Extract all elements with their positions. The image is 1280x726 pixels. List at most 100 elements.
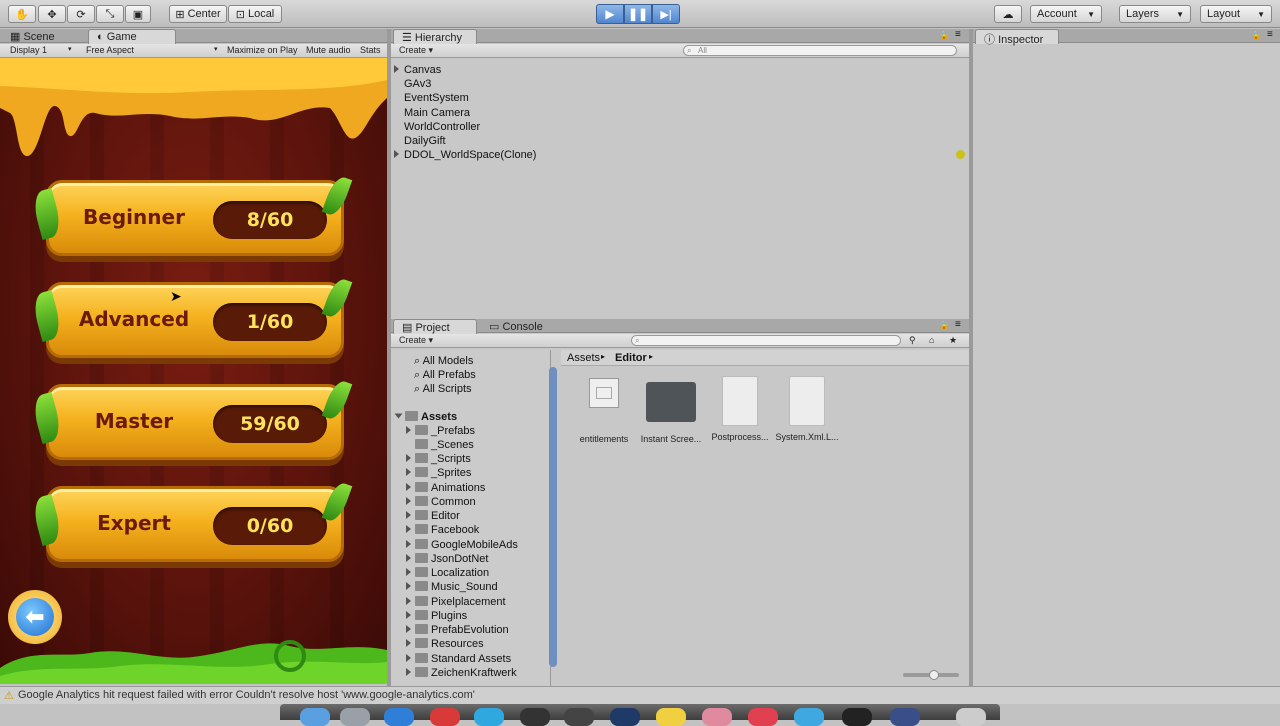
- tree-assets-root[interactable]: Assets: [394, 411, 457, 423]
- breadcrumb-assets[interactable]: Assets: [567, 352, 600, 364]
- asset-file[interactable]: entitlements: [570, 378, 638, 444]
- hierarchy-item-main-camera[interactable]: Main Camera: [404, 107, 470, 119]
- finder-icon[interactable]: [300, 708, 330, 726]
- rect-tool-button[interactable]: ▣: [125, 5, 151, 23]
- favorite-all-models[interactable]: ⌕ All Models: [414, 355, 473, 368]
- zoom-slider-handle[interactable]: [929, 670, 939, 680]
- layout-dropdown[interactable]: Layout ▼: [1200, 5, 1272, 23]
- level-button-advanced[interactable]: Advanced 1/60: [46, 282, 344, 358]
- game-viewport[interactable]: Beginner 8/60 Advanced 1/60 Master 59/60…: [0, 58, 387, 684]
- app-icon[interactable]: [430, 708, 460, 726]
- app-icon[interactable]: [340, 708, 370, 726]
- hierarchy-item-gav3[interactable]: GAv3: [404, 78, 431, 90]
- tree-folder[interactable]: _Sprites: [406, 467, 471, 479]
- app-icon[interactable]: [748, 708, 778, 726]
- hierarchy-item-canvas[interactable]: Canvas: [404, 64, 441, 76]
- asset-file[interactable]: System.Xml.L...: [773, 376, 841, 442]
- lock-icon[interactable]: 🔒: [1251, 31, 1261, 40]
- filter-label-icon[interactable]: ⌂: [929, 335, 934, 345]
- play-button[interactable]: ▶: [596, 4, 624, 24]
- tree-folder[interactable]: _Scenes: [406, 439, 474, 451]
- mute-audio-toggle[interactable]: Mute audio: [306, 45, 351, 55]
- app-icon[interactable]: [842, 708, 872, 726]
- project-search-input[interactable]: ⌕: [631, 335, 901, 346]
- hierarchy-search-input[interactable]: ⌕ All: [683, 45, 957, 56]
- level-button-master[interactable]: Master 59/60: [46, 384, 344, 460]
- app-icon[interactable]: [610, 708, 640, 726]
- tree-folder[interactable]: GoogleMobileAds: [406, 539, 518, 551]
- level-button-beginner[interactable]: Beginner 8/60: [46, 180, 344, 256]
- menu-icon[interactable]: ≡: [1267, 29, 1273, 40]
- tree-folder[interactable]: _Scripts: [406, 453, 471, 465]
- hierarchy-item-dailygift[interactable]: DailyGift: [404, 135, 446, 147]
- account-dropdown[interactable]: Account ▼: [1030, 5, 1102, 23]
- tree-folder[interactable]: Editor: [406, 510, 460, 522]
- tab-scene[interactable]: ▦ Scene: [2, 29, 63, 44]
- expand-arrow-icon[interactable]: [394, 149, 403, 161]
- pivot-center-button[interactable]: ⊞ Center: [169, 5, 227, 23]
- tree-folder[interactable]: JsonDotNet: [406, 553, 488, 565]
- layers-dropdown[interactable]: Layers ▼: [1119, 5, 1191, 23]
- app-icon[interactable]: [890, 708, 920, 726]
- pause-button[interactable]: ❚❚: [624, 4, 652, 24]
- tree-folder[interactable]: _Prefabs: [406, 425, 475, 437]
- game-icon: ◐: [97, 31, 107, 43]
- tab-game[interactable]: ◐ Game: [88, 29, 176, 44]
- step-button[interactable]: ▶|: [652, 4, 680, 24]
- project-create-button[interactable]: Create ▾: [399, 335, 433, 346]
- aspect-dropdown[interactable]: Free Aspect: [86, 45, 134, 55]
- stats-toggle[interactable]: Stats: [360, 45, 381, 55]
- trash-icon[interactable]: [956, 708, 986, 726]
- notes-icon[interactable]: [656, 708, 686, 726]
- display-dropdown[interactable]: Display 1: [10, 45, 47, 55]
- cloud-button[interactable]: ☁: [994, 5, 1022, 23]
- tree-folder[interactable]: Plugins: [406, 610, 467, 622]
- breadcrumb-editor[interactable]: Editor: [615, 352, 647, 364]
- tab-project[interactable]: ▤ Project: [393, 319, 477, 334]
- app-icon[interactable]: [564, 708, 594, 726]
- status-bar[interactable]: ⚠ Google Analytics hit request failed wi…: [0, 686, 1280, 704]
- tree-folder[interactable]: Common: [406, 496, 476, 508]
- tree-folder[interactable]: PrefabEvolution: [406, 624, 509, 636]
- app-icon[interactable]: [794, 708, 824, 726]
- tree-scrollbar[interactable]: [549, 367, 557, 667]
- level-button-expert[interactable]: Expert 0/60: [46, 486, 344, 562]
- tree-folder[interactable]: ZeichenKraftwerk: [406, 667, 517, 679]
- hierarchy-create-button[interactable]: Create ▾: [399, 45, 433, 56]
- tab-console[interactable]: ▭ Console: [481, 319, 551, 334]
- hierarchy-item-worldcontroller[interactable]: WorldController: [404, 121, 480, 133]
- move-tool-button[interactable]: ✥: [38, 5, 66, 23]
- maximize-on-play-toggle[interactable]: Maximize on Play: [227, 45, 298, 55]
- pivot-local-button[interactable]: ⊡ Local: [228, 5, 282, 23]
- favorite-star-icon[interactable]: ★: [949, 335, 957, 346]
- hierarchy-item-eventsystem[interactable]: EventSystem: [404, 92, 469, 104]
- zoom-slider[interactable]: [903, 670, 959, 680]
- tab-hierarchy[interactable]: ☰ Hierarchy: [393, 29, 477, 44]
- menu-icon[interactable]: ≡: [955, 319, 961, 330]
- hierarchy-item-ddol-worldspace[interactable]: DDOL_WorldSpace(Clone): [404, 149, 536, 161]
- lock-icon[interactable]: 🔒: [939, 321, 949, 330]
- app-icon[interactable]: [520, 708, 550, 726]
- favorite-all-scripts[interactable]: ⌕ All Scripts: [414, 383, 472, 396]
- tree-folder[interactable]: Music_Sound: [406, 581, 498, 593]
- expand-arrow-icon[interactable]: [394, 64, 403, 76]
- asset-folder[interactable]: Instant Scree...: [637, 382, 705, 444]
- app-icon[interactable]: [474, 708, 504, 726]
- rotate-tool-button[interactable]: ⟳: [67, 5, 95, 23]
- lock-icon[interactable]: 🔒: [939, 31, 949, 40]
- safari-icon[interactable]: [384, 708, 414, 726]
- filter-type-icon[interactable]: ⚲: [909, 335, 916, 346]
- tree-folder[interactable]: Resources: [406, 638, 484, 650]
- asset-file[interactable]: Postprocess...: [706, 376, 774, 442]
- tab-inspector[interactable]: ⓘ Inspector: [975, 29, 1059, 46]
- tree-folder[interactable]: Facebook: [406, 524, 479, 536]
- favorite-all-prefabs[interactable]: ⌕ All Prefabs: [414, 369, 476, 382]
- tree-folder[interactable]: Animations: [406, 482, 485, 494]
- hand-tool-button[interactable]: ✋: [8, 5, 36, 23]
- menu-icon[interactable]: ≡: [955, 29, 961, 40]
- scale-tool-button[interactable]: ⤡: [96, 5, 124, 23]
- app-icon[interactable]: [702, 708, 732, 726]
- tree-folder[interactable]: Localization: [406, 567, 489, 579]
- tree-folder[interactable]: Pixelplacement: [406, 596, 506, 608]
- tree-folder[interactable]: Standard Assets: [406, 653, 511, 665]
